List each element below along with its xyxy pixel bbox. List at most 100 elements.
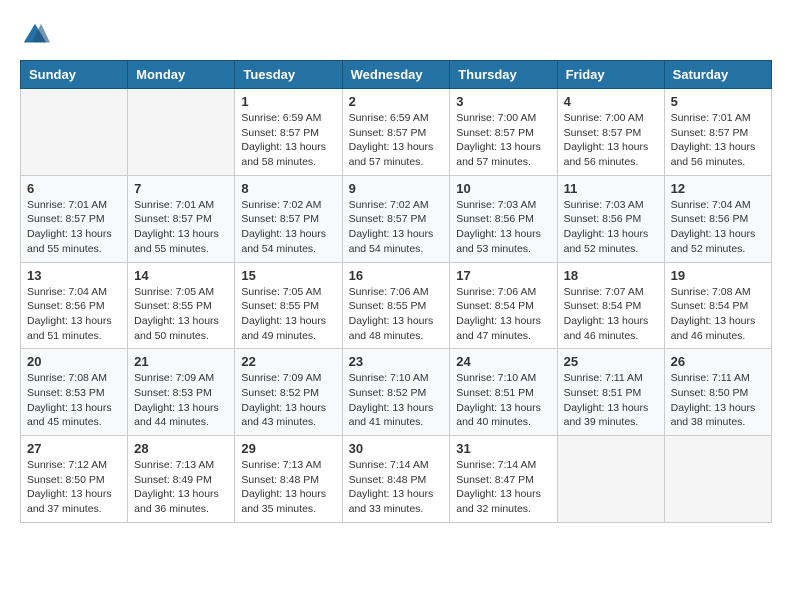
day-info: Sunrise: 7:04 AM Sunset: 8:56 PM Dayligh… (671, 198, 765, 257)
day-number: 20 (27, 354, 121, 369)
weekday-header-thursday: Thursday (450, 61, 557, 89)
weekday-header-row: SundayMondayTuesdayWednesdayThursdayFrid… (21, 61, 772, 89)
weekday-header-saturday: Saturday (664, 61, 771, 89)
day-info: Sunrise: 7:14 AM Sunset: 8:47 PM Dayligh… (456, 458, 550, 517)
day-info: Sunrise: 7:03 AM Sunset: 8:56 PM Dayligh… (564, 198, 658, 257)
calendar-cell: 10 Sunrise: 7:03 AM Sunset: 8:56 PM Dayl… (450, 175, 557, 262)
calendar-cell: 24 Sunrise: 7:10 AM Sunset: 8:51 PM Dayl… (450, 349, 557, 436)
day-number: 9 (349, 181, 444, 196)
day-info: Sunrise: 7:01 AM Sunset: 8:57 PM Dayligh… (134, 198, 228, 257)
calendar-table: SundayMondayTuesdayWednesdayThursdayFrid… (20, 60, 772, 523)
day-number: 11 (564, 181, 658, 196)
calendar-week-row: 1 Sunrise: 6:59 AM Sunset: 8:57 PM Dayli… (21, 89, 772, 176)
day-number: 19 (671, 268, 765, 283)
day-info: Sunrise: 7:09 AM Sunset: 8:52 PM Dayligh… (241, 371, 335, 430)
weekday-header-friday: Friday (557, 61, 664, 89)
day-number: 17 (456, 268, 550, 283)
day-number: 2 (349, 94, 444, 109)
calendar-cell: 16 Sunrise: 7:06 AM Sunset: 8:55 PM Dayl… (342, 262, 450, 349)
calendar-cell: 13 Sunrise: 7:04 AM Sunset: 8:56 PM Dayl… (21, 262, 128, 349)
day-info: Sunrise: 7:14 AM Sunset: 8:48 PM Dayligh… (349, 458, 444, 517)
day-number: 27 (27, 441, 121, 456)
calendar-cell (21, 89, 128, 176)
calendar-cell: 2 Sunrise: 6:59 AM Sunset: 8:57 PM Dayli… (342, 89, 450, 176)
day-info: Sunrise: 7:09 AM Sunset: 8:53 PM Dayligh… (134, 371, 228, 430)
calendar-cell: 7 Sunrise: 7:01 AM Sunset: 8:57 PM Dayli… (128, 175, 235, 262)
day-number: 3 (456, 94, 550, 109)
day-number: 14 (134, 268, 228, 283)
calendar-cell: 17 Sunrise: 7:06 AM Sunset: 8:54 PM Dayl… (450, 262, 557, 349)
calendar-cell: 11 Sunrise: 7:03 AM Sunset: 8:56 PM Dayl… (557, 175, 664, 262)
day-info: Sunrise: 7:11 AM Sunset: 8:51 PM Dayligh… (564, 371, 658, 430)
day-info: Sunrise: 7:05 AM Sunset: 8:55 PM Dayligh… (134, 285, 228, 344)
calendar-cell: 25 Sunrise: 7:11 AM Sunset: 8:51 PM Dayl… (557, 349, 664, 436)
calendar-cell: 22 Sunrise: 7:09 AM Sunset: 8:52 PM Dayl… (235, 349, 342, 436)
day-number: 25 (564, 354, 658, 369)
calendar-cell: 30 Sunrise: 7:14 AM Sunset: 8:48 PM Dayl… (342, 436, 450, 523)
day-info: Sunrise: 7:07 AM Sunset: 8:54 PM Dayligh… (564, 285, 658, 344)
day-info: Sunrise: 7:05 AM Sunset: 8:55 PM Dayligh… (241, 285, 335, 344)
calendar-cell (557, 436, 664, 523)
day-number: 22 (241, 354, 335, 369)
day-info: Sunrise: 7:01 AM Sunset: 8:57 PM Dayligh… (27, 198, 121, 257)
day-info: Sunrise: 7:06 AM Sunset: 8:55 PM Dayligh… (349, 285, 444, 344)
day-number: 26 (671, 354, 765, 369)
day-info: Sunrise: 7:13 AM Sunset: 8:49 PM Dayligh… (134, 458, 228, 517)
day-number: 30 (349, 441, 444, 456)
calendar-cell: 5 Sunrise: 7:01 AM Sunset: 8:57 PM Dayli… (664, 89, 771, 176)
calendar-cell: 1 Sunrise: 6:59 AM Sunset: 8:57 PM Dayli… (235, 89, 342, 176)
day-info: Sunrise: 7:02 AM Sunset: 8:57 PM Dayligh… (241, 198, 335, 257)
day-info: Sunrise: 7:11 AM Sunset: 8:50 PM Dayligh… (671, 371, 765, 430)
calendar-cell: 26 Sunrise: 7:11 AM Sunset: 8:50 PM Dayl… (664, 349, 771, 436)
day-info: Sunrise: 7:06 AM Sunset: 8:54 PM Dayligh… (456, 285, 550, 344)
day-number: 23 (349, 354, 444, 369)
day-number: 28 (134, 441, 228, 456)
logo-icon (20, 20, 50, 50)
logo (20, 20, 54, 50)
day-info: Sunrise: 7:13 AM Sunset: 8:48 PM Dayligh… (241, 458, 335, 517)
day-number: 7 (134, 181, 228, 196)
calendar-cell: 4 Sunrise: 7:00 AM Sunset: 8:57 PM Dayli… (557, 89, 664, 176)
day-number: 10 (456, 181, 550, 196)
calendar-cell: 28 Sunrise: 7:13 AM Sunset: 8:49 PM Dayl… (128, 436, 235, 523)
calendar-week-row: 6 Sunrise: 7:01 AM Sunset: 8:57 PM Dayli… (21, 175, 772, 262)
calendar-cell: 21 Sunrise: 7:09 AM Sunset: 8:53 PM Dayl… (128, 349, 235, 436)
day-info: Sunrise: 7:00 AM Sunset: 8:57 PM Dayligh… (456, 111, 550, 170)
day-number: 18 (564, 268, 658, 283)
calendar-cell (664, 436, 771, 523)
calendar-cell: 14 Sunrise: 7:05 AM Sunset: 8:55 PM Dayl… (128, 262, 235, 349)
weekday-header-sunday: Sunday (21, 61, 128, 89)
day-number: 16 (349, 268, 444, 283)
calendar-cell: 20 Sunrise: 7:08 AM Sunset: 8:53 PM Dayl… (21, 349, 128, 436)
day-info: Sunrise: 7:10 AM Sunset: 8:51 PM Dayligh… (456, 371, 550, 430)
calendar-cell: 8 Sunrise: 7:02 AM Sunset: 8:57 PM Dayli… (235, 175, 342, 262)
day-info: Sunrise: 7:04 AM Sunset: 8:56 PM Dayligh… (27, 285, 121, 344)
day-number: 24 (456, 354, 550, 369)
page-header (20, 20, 772, 50)
calendar-week-row: 27 Sunrise: 7:12 AM Sunset: 8:50 PM Dayl… (21, 436, 772, 523)
calendar-cell: 9 Sunrise: 7:02 AM Sunset: 8:57 PM Dayli… (342, 175, 450, 262)
calendar-cell: 18 Sunrise: 7:07 AM Sunset: 8:54 PM Dayl… (557, 262, 664, 349)
day-info: Sunrise: 7:12 AM Sunset: 8:50 PM Dayligh… (27, 458, 121, 517)
day-number: 15 (241, 268, 335, 283)
day-number: 12 (671, 181, 765, 196)
calendar-cell (128, 89, 235, 176)
day-number: 13 (27, 268, 121, 283)
day-number: 6 (27, 181, 121, 196)
calendar-week-row: 13 Sunrise: 7:04 AM Sunset: 8:56 PM Dayl… (21, 262, 772, 349)
day-info: Sunrise: 7:08 AM Sunset: 8:53 PM Dayligh… (27, 371, 121, 430)
day-number: 4 (564, 94, 658, 109)
calendar-cell: 3 Sunrise: 7:00 AM Sunset: 8:57 PM Dayli… (450, 89, 557, 176)
calendar-cell: 27 Sunrise: 7:12 AM Sunset: 8:50 PM Dayl… (21, 436, 128, 523)
day-info: Sunrise: 7:10 AM Sunset: 8:52 PM Dayligh… (349, 371, 444, 430)
calendar-cell: 23 Sunrise: 7:10 AM Sunset: 8:52 PM Dayl… (342, 349, 450, 436)
day-info: Sunrise: 7:08 AM Sunset: 8:54 PM Dayligh… (671, 285, 765, 344)
calendar-cell: 31 Sunrise: 7:14 AM Sunset: 8:47 PM Dayl… (450, 436, 557, 523)
weekday-header-wednesday: Wednesday (342, 61, 450, 89)
weekday-header-monday: Monday (128, 61, 235, 89)
calendar-cell: 15 Sunrise: 7:05 AM Sunset: 8:55 PM Dayl… (235, 262, 342, 349)
day-number: 1 (241, 94, 335, 109)
day-info: Sunrise: 6:59 AM Sunset: 8:57 PM Dayligh… (349, 111, 444, 170)
calendar-cell: 6 Sunrise: 7:01 AM Sunset: 8:57 PM Dayli… (21, 175, 128, 262)
day-number: 8 (241, 181, 335, 196)
